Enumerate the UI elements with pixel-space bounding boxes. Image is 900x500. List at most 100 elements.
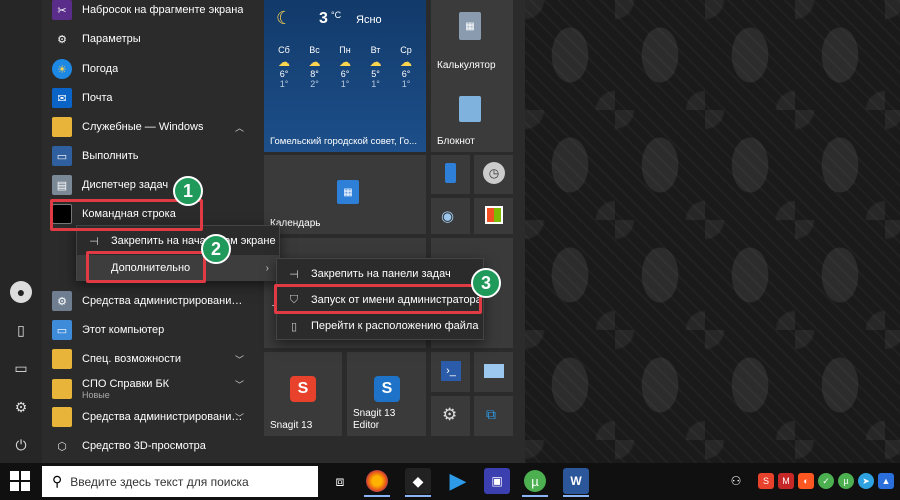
app-item-weather[interactable]: ☀ Погода — [42, 56, 258, 82]
tile-phone[interactable] — [431, 155, 470, 194]
forecast-low: 1° — [279, 79, 289, 89]
power-icon[interactable]: ⏻ — [10, 434, 32, 456]
taskbar-search-box[interactable]: ⚲ Введите здесь текст для поиска — [42, 466, 318, 497]
menu-item-label: Закрепить на панели задач — [311, 268, 451, 280]
tray-check-icon[interactable]: ✓ — [818, 473, 834, 489]
media-player-icon[interactable]: ▶ — [445, 468, 471, 494]
snagit-editor-icon: S — [374, 376, 400, 402]
word-running-indicator — [563, 495, 589, 497]
app-label: Средства администрирования Win... — [82, 295, 247, 307]
snagit-tray-icon[interactable]: S — [758, 473, 774, 489]
app-label: Погода — [82, 63, 119, 75]
menu-item-open-location[interactable]: ▯ Перейти к расположению файла — [277, 313, 483, 339]
tile-calculator-group: ▦ Калькулятор Блокнот — [431, 0, 513, 152]
tile-snagit-editor[interactable]: S Snagit 13 Editor — [347, 352, 426, 436]
partly-cloudy-icon: ☁ — [369, 55, 382, 69]
file-location-icon: ▯ — [290, 320, 298, 333]
app-item-3d-viewer[interactable]: ⬡ Средство 3D-просмотра — [42, 433, 258, 459]
calendar-icon: ▦ — [337, 180, 359, 204]
search-icon: ⚲ — [52, 473, 63, 489]
tile-network[interactable]: ⧉ — [474, 396, 513, 436]
mail-icon: ✉ — [52, 88, 72, 108]
user-avatar-icon[interactable]: ● — [10, 281, 32, 303]
phone-icon — [445, 163, 456, 183]
tile-camera[interactable]: ◉ — [431, 198, 470, 234]
tile-alarms[interactable]: ◷ — [474, 155, 513, 194]
forecast-low: 1° — [371, 79, 380, 89]
settings-gear-icon[interactable]: ⚙ — [10, 396, 32, 418]
pin-icon: ⊣ — [89, 235, 99, 248]
run-icon: ▭ — [52, 146, 72, 166]
pin-icon: ⊣ — [289, 268, 299, 281]
floppy-app-icon[interactable]: ▣ — [484, 468, 510, 494]
gear-icon: ⚙ — [57, 33, 67, 46]
app-label-group: СПО Справки БК Новые — [82, 378, 169, 400]
partly-cloudy-icon: ☁ — [278, 55, 290, 69]
chevron-down-icon: ﹀ — [234, 354, 244, 365]
app-item-settings[interactable]: ⚙ Параметры — [42, 26, 258, 52]
windows-start-icon[interactable] — [10, 471, 30, 491]
camera-icon: ◉ — [441, 208, 455, 225]
partly-cloudy-icon: ☁ — [400, 55, 412, 69]
folder-windows-tools[interactable]: Служебные — Windows ︿ — [42, 114, 258, 140]
app-mascot-icon[interactable]: ◆ — [405, 468, 431, 494]
people-icon[interactable]: ⚇ — [728, 473, 744, 489]
folder-admin-tools[interactable]: Средства администрирования W... ﹀ — [42, 404, 258, 430]
forecast-day: Вт ☁ 5° 1° — [362, 45, 390, 89]
forecast-day-name: Вс — [309, 45, 320, 55]
tile-label: Snagit 13 — [270, 420, 313, 431]
search-placeholder: Введите здесь текст для поиска — [70, 474, 249, 489]
snip-icon: ✂ — [52, 0, 72, 20]
app-item-this-pc[interactable]: ▭ Этот компьютер — [42, 317, 258, 343]
app-label: Выполнить — [82, 150, 139, 162]
computer-icon: ▭ — [52, 320, 72, 340]
app-item-taskmanager[interactable]: ▤ Диспетчер задач — [42, 172, 258, 198]
step-badge-3: 3 — [471, 268, 501, 298]
documents-icon[interactable]: ▯ — [10, 319, 32, 341]
weather-tile[interactable]: ☾ 3 °C Ясно Сб ☁ 6° 1° Вс ☁ 8° 2° Пн ☁ 6° 1° Вт ☁ 5… — [264, 0, 426, 152]
menu-item-label: Закрепить на начальном экране — [111, 235, 276, 247]
forecast-high: 5° — [371, 69, 380, 79]
tile-store[interactable] — [474, 198, 513, 234]
folder-spo[interactable]: СПО Справки БК Новые ﹀ — [42, 374, 258, 404]
snagit-icon: S — [290, 376, 316, 402]
tile-calendar[interactable]: ▦ Календарь — [264, 155, 426, 234]
firefox-icon[interactable] — [366, 470, 388, 492]
app-item-run[interactable]: ▭ Выполнить — [42, 143, 258, 169]
app-label: Почта — [82, 92, 113, 104]
powershell-icon: ›_ — [441, 361, 461, 381]
app-label: Диспетчер задач — [82, 179, 169, 191]
word-icon[interactable]: W — [563, 468, 589, 494]
pictures-icon[interactable]: ▭ — [10, 357, 32, 379]
app-item-snip[interactable]: ✂ Набросок на фрагменте экрана — [42, 0, 258, 23]
tile-notepad[interactable]: Блокнот — [431, 76, 513, 152]
tile-label: Snagit 13 Editor — [353, 408, 396, 431]
tray-app-red-icon[interactable]: ◐ — [798, 473, 814, 489]
forecast-high: 8° — [310, 69, 319, 79]
partly-cloudy-icon: ☁ — [308, 55, 321, 69]
step-badge-2: 2 — [201, 234, 231, 264]
chevron-up-icon: ︿ — [234, 122, 244, 133]
store-icon — [485, 206, 503, 224]
weather-temp: 3 — [319, 10, 328, 27]
utorrent-icon[interactable]: µ — [524, 470, 546, 492]
network-icon: ⧉ — [486, 406, 496, 422]
app-label: Средство 3D-просмотра — [82, 440, 206, 452]
notepad-icon — [459, 96, 481, 122]
folder-accessibility[interactable]: Спец. возможности ﹀ — [42, 346, 258, 372]
taskmanager-icon: ▤ — [52, 175, 72, 195]
folder-icon — [52, 379, 72, 399]
tile-calculator[interactable]: ▦ Калькулятор — [431, 0, 513, 76]
tile-powershell[interactable]: ›_ — [431, 352, 470, 392]
tray-utorrent-icon[interactable]: µ — [838, 473, 854, 489]
telegram-icon[interactable]: ➤ — [858, 473, 874, 489]
tile-control-panel[interactable]: ⚙ — [431, 396, 470, 436]
tile-snagit[interactable]: S Snagit 13 — [264, 352, 342, 436]
app-item-admin-tools[interactable]: ⚙ Средства администрирования Win... — [42, 288, 258, 314]
tray-app-m-icon[interactable]: M — [778, 473, 794, 489]
task-view-icon[interactable]: ⧈ — [327, 468, 353, 494]
app-item-mail[interactable]: ✉ Почта — [42, 85, 258, 111]
tile-screen[interactable] — [474, 352, 513, 392]
admin-tools-icon: ⚙ — [52, 291, 72, 311]
tray-blue-icon[interactable]: ▲ — [878, 473, 894, 489]
